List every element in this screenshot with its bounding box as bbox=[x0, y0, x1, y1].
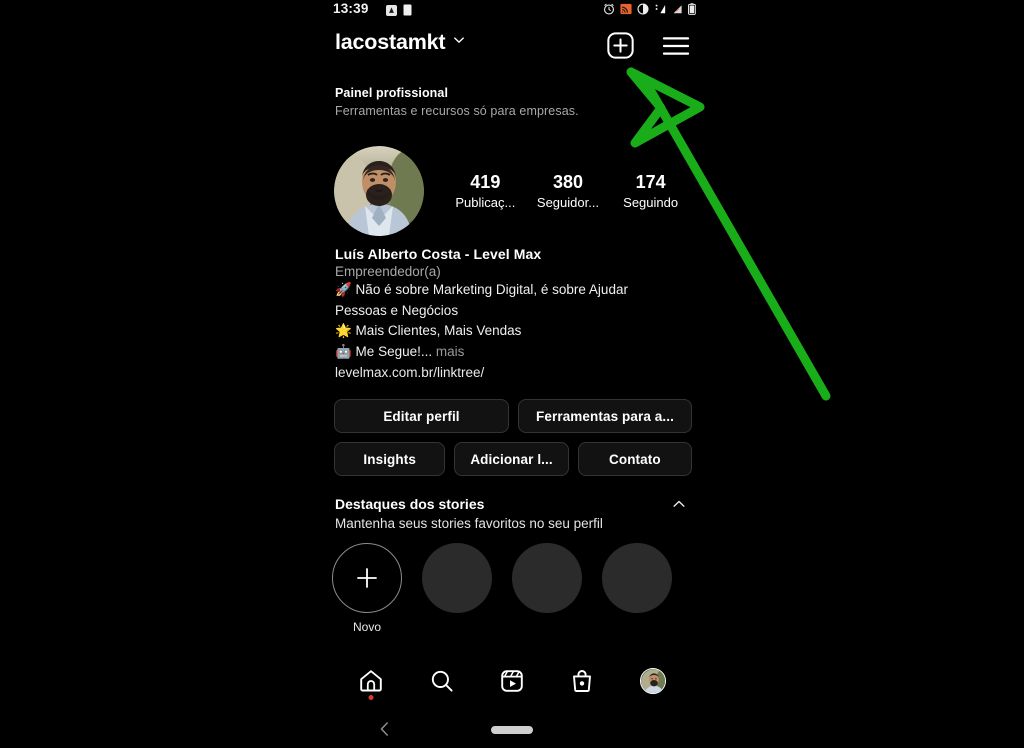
status-bar-right-icons bbox=[603, 2, 696, 20]
app-header: lacostamkt bbox=[318, 26, 706, 68]
system-navigation-bar bbox=[318, 710, 706, 748]
chevron-down-icon[interactable] bbox=[452, 33, 466, 52]
battery-icon bbox=[688, 2, 696, 20]
gesture-pill[interactable] bbox=[491, 726, 533, 734]
profile-summary-row: 419 Publicaç... 380 Seguidor... 174 Segu… bbox=[334, 143, 694, 239]
status-bar-left-icons bbox=[386, 3, 412, 21]
insights-button[interactable]: Insights bbox=[334, 442, 446, 476]
nav-profile[interactable] bbox=[631, 664, 675, 698]
chevron-left-icon[interactable] bbox=[378, 721, 391, 742]
highlight-new-label: Novo bbox=[352, 620, 381, 634]
sound-mode-icon bbox=[637, 2, 649, 20]
stat-posts[interactable]: 419 Publicaç... bbox=[447, 172, 523, 210]
phone-screen: 13:39 lacostamkt Painel profissional Fer… bbox=[318, 0, 706, 748]
cast-icon bbox=[620, 2, 632, 20]
screenshot-root: 13:39 lacostamkt Painel profissional Fer… bbox=[0, 0, 1024, 748]
highlight-placeholder-circle[interactable] bbox=[422, 543, 492, 613]
alarm-icon bbox=[603, 2, 615, 20]
highlights-subtitle: Mantenha seus stories favoritos no seu p… bbox=[335, 516, 603, 531]
bio-line-4: 🤖 Me Segue!... mais bbox=[335, 343, 687, 362]
status-bar-clock: 13:39 bbox=[333, 1, 369, 16]
bio-line-1: 🚀 Não é sobre Marketing Digital, é sobre… bbox=[335, 282, 628, 297]
highlight-placeholder-circle[interactable] bbox=[602, 543, 672, 613]
stat-posts-value: 419 bbox=[470, 172, 501, 192]
profile-action-buttons: Editar perfil Ferramentas para a... Insi… bbox=[334, 399, 692, 485]
professional-dashboard-subtitle: Ferramentas e recursos só para empresas. bbox=[335, 104, 579, 118]
bio-line-2: Pessoas e Negócios bbox=[335, 302, 459, 318]
highlight-new[interactable]: Novo bbox=[332, 543, 402, 634]
highlights-header: Destaques dos stories bbox=[335, 496, 687, 517]
hamburger-menu-icon[interactable] bbox=[662, 35, 690, 62]
reels-icon bbox=[501, 670, 523, 692]
add-button[interactable]: Adicionar l... bbox=[454, 442, 569, 476]
contact-button[interactable]: Contato bbox=[577, 442, 692, 476]
highlight-new-circle[interactable] bbox=[332, 543, 402, 613]
nav-reels[interactable] bbox=[490, 664, 534, 698]
profile-display-name: Luís Alberto Costa - Level Max bbox=[335, 246, 542, 262]
highlights-strip: Novo bbox=[332, 543, 672, 634]
stat-followers[interactable]: 380 Seguidor... bbox=[530, 172, 606, 210]
highlight-placeholder[interactable] bbox=[512, 543, 582, 613]
bio-line-3: 🌟 Mais Clientes, Mais Vendas bbox=[335, 323, 522, 339]
stat-following[interactable]: 174 Seguindo bbox=[613, 172, 689, 210]
bottom-navigation-bar bbox=[318, 655, 706, 707]
profile-category: Empreendedor(a) bbox=[335, 264, 441, 279]
bio-line-4-text: 🤖 Me Segue!... bbox=[335, 343, 433, 359]
professional-dashboard-title: Painel profissional bbox=[335, 86, 449, 100]
highlights-title: Destaques dos stories bbox=[335, 496, 485, 512]
profile-bio: Luís Alberto Costa - Level Max Empreende… bbox=[335, 246, 687, 380]
profile-avatar[interactable] bbox=[334, 146, 424, 236]
account-switcher[interactable]: lacostamkt bbox=[335, 30, 466, 55]
action-row-2: Insights Adicionar l... Contato bbox=[334, 442, 692, 476]
notification-icon bbox=[386, 3, 397, 21]
username-label: lacostamkt bbox=[335, 30, 446, 54]
highlight-placeholder-circle[interactable] bbox=[512, 543, 582, 613]
stat-posts-label: Publicaç... bbox=[455, 195, 516, 210]
edit-profile-button[interactable]: Editar perfil bbox=[334, 399, 509, 433]
profile-link[interactable]: levelmax.com.br/linktree/ bbox=[335, 365, 687, 380]
plus-icon bbox=[357, 568, 377, 588]
stat-followers-value: 380 bbox=[552, 172, 583, 192]
highlight-placeholder[interactable] bbox=[422, 543, 492, 613]
signal-icon bbox=[654, 2, 666, 20]
stat-following-label: Seguindo bbox=[623, 195, 679, 210]
shop-bag-icon bbox=[573, 670, 592, 692]
profile-stats: 419 Publicaç... 380 Seguidor... 174 Segu… bbox=[444, 172, 694, 210]
nav-search[interactable] bbox=[420, 664, 464, 698]
nav-shop[interactable] bbox=[560, 664, 604, 698]
chevron-up-icon[interactable] bbox=[671, 496, 687, 517]
status-bar: 13:39 bbox=[318, 0, 706, 22]
home-icon bbox=[360, 670, 382, 692]
battery-saver-icon bbox=[403, 3, 412, 21]
action-row-1: Editar perfil Ferramentas para a... bbox=[334, 399, 692, 433]
stat-followers-label: Seguidor... bbox=[536, 195, 600, 210]
bio-more-link[interactable]: mais bbox=[432, 344, 465, 359]
home-badge-dot bbox=[368, 695, 374, 700]
nav-home[interactable] bbox=[349, 664, 393, 700]
new-post-plus-button[interactable] bbox=[607, 32, 634, 64]
stat-following-value: 174 bbox=[635, 172, 666, 192]
professional-dashboard-card[interactable]: Painel profissional Ferramentas e recurs… bbox=[335, 86, 695, 118]
highlight-placeholder[interactable] bbox=[602, 543, 672, 613]
tools-button[interactable]: Ferramentas para a... bbox=[518, 399, 692, 433]
wifi-icon bbox=[671, 2, 683, 20]
app-header-actions bbox=[607, 32, 690, 64]
avatar-icon[interactable] bbox=[639, 668, 666, 694]
search-icon bbox=[431, 670, 453, 692]
